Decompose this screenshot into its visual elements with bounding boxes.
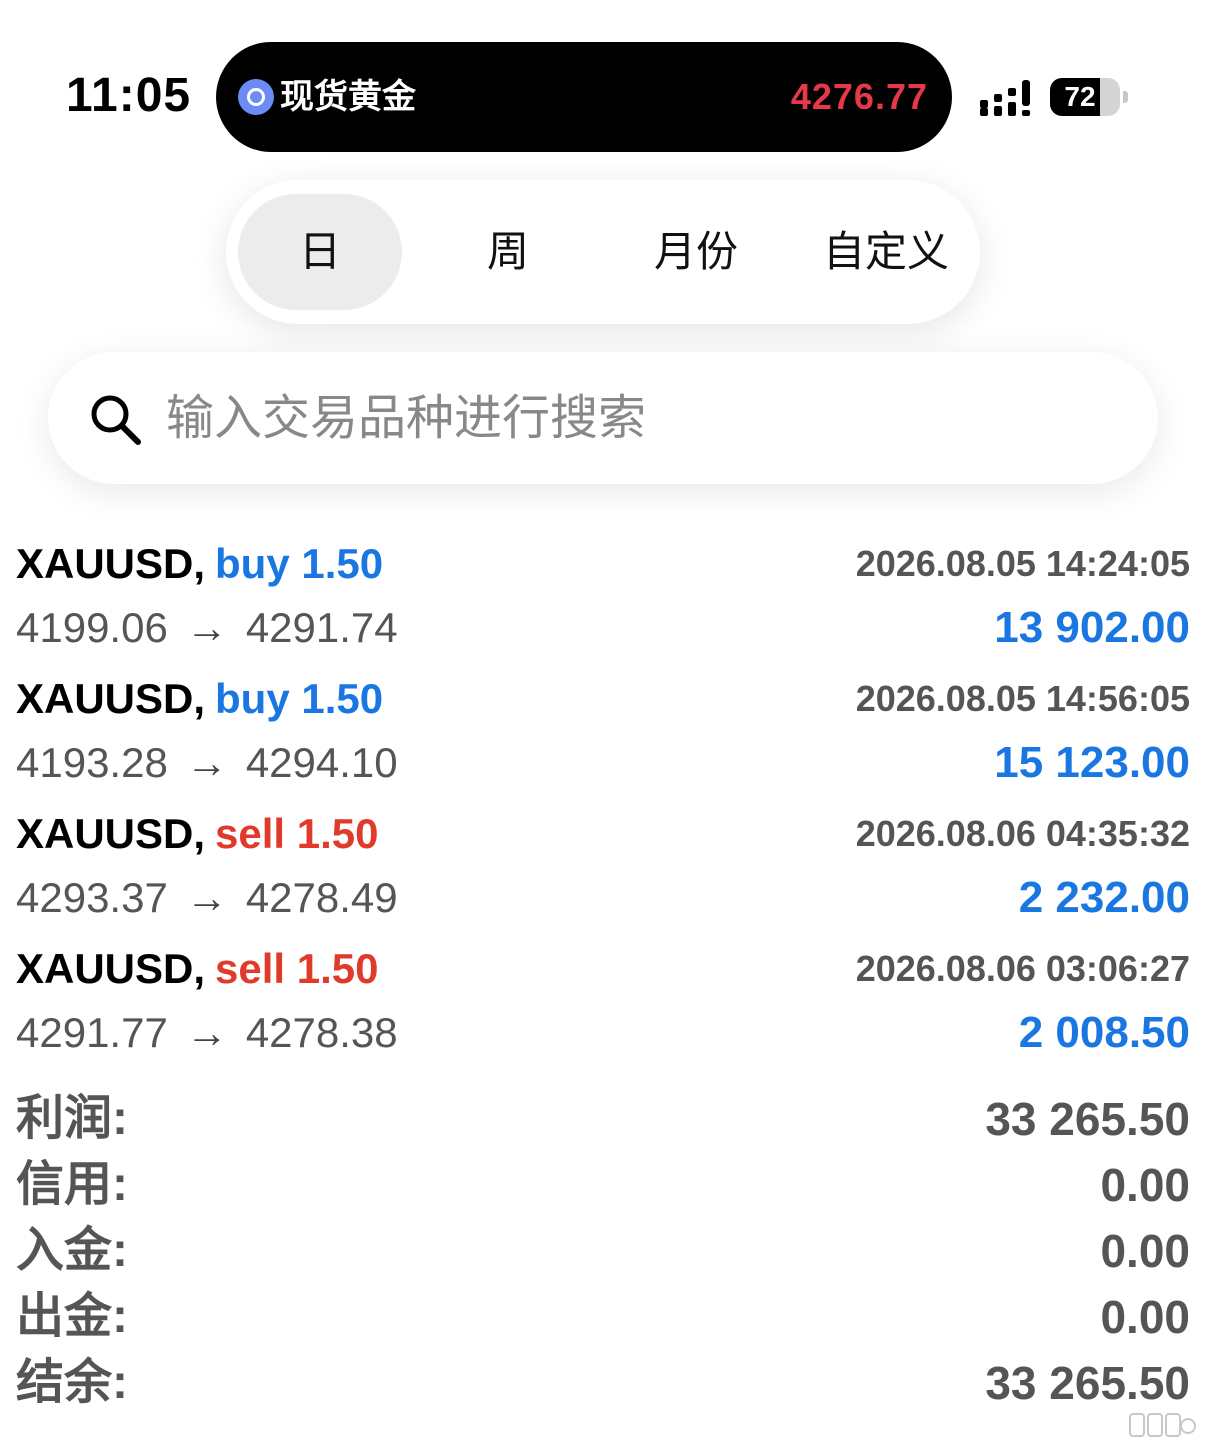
deal-side: sell 1.50 (215, 810, 379, 857)
deal-close-price: 4291.74 (245, 604, 398, 651)
deal-close-price: 4294.10 (245, 739, 398, 786)
weibo-watermark-icon (1129, 1413, 1196, 1437)
search-icon (91, 395, 141, 445)
tab-custom[interactable]: 自定义 (794, 194, 978, 310)
summary-row-balance: 结余: 33 265.50 (16, 1350, 1190, 1416)
tab-week[interactable]: 周 (426, 194, 590, 310)
deal-symbol: XAUUSD, (16, 945, 206, 992)
deal-time: 2026.08.05 14:56:05 (855, 678, 1190, 719)
search-input[interactable] (166, 382, 1106, 454)
deal-symbol: XAUUSD, (16, 675, 206, 722)
summary-label: 利润: (16, 1092, 128, 1145)
status-time: 11:05 (66, 69, 192, 122)
deal-close-price: 4278.38 (245, 1009, 398, 1056)
summary-label: 出金: (16, 1290, 128, 1343)
summary-label: 结余: (16, 1356, 128, 1409)
summary-row-deposit: 入金: 0.00 (16, 1218, 1190, 1284)
deal-profit: 2 232.00 (1018, 873, 1190, 922)
island-instrument-label: 现货黄金 (280, 78, 416, 116)
summary-value: 33 265.50 (985, 1357, 1190, 1409)
deal-open-price: 4199.06 (16, 604, 168, 651)
deal-open-price: 4193.28 (16, 739, 168, 786)
period-segmented-control: 日 周 月份 自定义 (226, 180, 980, 324)
deal-open-price: 4291.77 (16, 1009, 168, 1056)
tab-day[interactable]: 日 (238, 194, 402, 310)
arrow-right-icon: → (185, 874, 228, 921)
symbol-search-bar[interactable] (48, 352, 1158, 484)
arrow-right-icon: → (185, 739, 228, 786)
deal-profit: 2 008.50 (1018, 1008, 1190, 1057)
summary-value: 0.00 (1100, 1225, 1190, 1277)
deal-open-price: 4293.37 (16, 874, 168, 921)
deal-time: 2026.08.06 04:35:32 (855, 813, 1190, 854)
cellular-signal-icon (980, 80, 1030, 116)
arrow-right-icon: → (185, 1009, 228, 1056)
summary-label: 信用: (16, 1158, 128, 1211)
summary-label: 入金: (16, 1224, 128, 1277)
live-activity-island[interactable]: 现货黄金 4276.77 (216, 42, 952, 152)
deal-symbol: XAUUSD, (16, 810, 206, 857)
deal-row[interactable]: XAUUSD, buy 1.50 2026.08.05 14:24:05 4199… (16, 536, 1190, 671)
battery-percent: 72 (1064, 81, 1096, 112)
deal-row[interactable]: XAUUSD, sell 1.50 2026.08.06 04:35:32 429… (16, 806, 1190, 941)
deal-row[interactable]: XAUUSD, sell 1.50 2026.08.06 03:06:27 429… (16, 941, 1190, 1076)
deal-time: 2026.08.06 03:06:27 (855, 948, 1190, 989)
summary-value: 33 265.50 (985, 1093, 1190, 1145)
account-summary: 利润: 33 265.50 信用: 0.00 入金: 0.00 出金: 0.00… (16, 1086, 1190, 1416)
summary-row-credit: 信用: 0.00 (16, 1152, 1190, 1218)
summary-value: 0.00 (1100, 1159, 1190, 1211)
deal-symbol: XAUUSD, (16, 540, 206, 587)
island-price: 4276.77 (790, 76, 928, 117)
deal-profit: 15 123.00 (994, 738, 1190, 787)
summary-row-withdrawal: 出金: 0.00 (16, 1284, 1190, 1350)
tab-month[interactable]: 月份 (614, 194, 778, 310)
deal-row[interactable]: XAUUSD, buy 1.50 2026.08.05 14:56:05 4193… (16, 671, 1190, 806)
deal-side: buy 1.50 (215, 675, 384, 722)
deal-list: XAUUSD, buy 1.50 2026.08.05 14:24:05 4199… (16, 536, 1190, 1076)
battery-icon: 72 (1050, 78, 1130, 116)
summary-value: 0.00 (1100, 1291, 1190, 1343)
arrow-right-icon: → (185, 604, 228, 651)
deal-close-price: 4278.49 (245, 874, 398, 921)
summary-row-profit: 利润: 33 265.50 (16, 1086, 1190, 1152)
deal-profit: 13 902.00 (994, 603, 1190, 652)
deal-side: sell 1.50 (215, 945, 379, 992)
deal-side: buy 1.50 (215, 540, 384, 587)
gold-quote-app-icon (238, 79, 274, 115)
deal-time: 2026.08.05 14:24:05 (855, 543, 1190, 584)
